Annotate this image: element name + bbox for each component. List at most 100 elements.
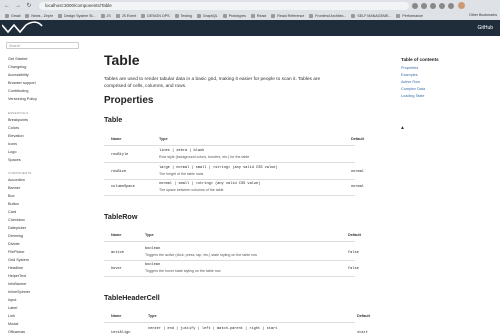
- extension-icon[interactable]: [439, 2, 445, 9]
- sidebar-item[interactable]: Datepicker: [8, 226, 26, 230]
- bookmark[interactable]: Gmail: [5, 13, 20, 18]
- bookmark[interactable]: Frontend Architec...: [309, 13, 346, 18]
- sidebar-item[interactable]: Card: [8, 210, 16, 214]
- column-header-type: Type: [159, 137, 168, 141]
- toc-item[interactable]: Examples: [401, 73, 418, 77]
- folder-icon: [351, 13, 356, 18]
- prop-desc: The height of the table rows: [159, 172, 204, 176]
- bookmark[interactable]: Performance: [396, 13, 423, 18]
- bookmark[interactable]: React: [250, 13, 266, 18]
- folder-icon: [309, 13, 314, 18]
- sidebar-item[interactable]: Headline: [8, 266, 23, 270]
- column-header-default: Default: [348, 233, 361, 237]
- sidebar-item[interactable]: Versioning Policy: [8, 97, 37, 101]
- other-bookmarks[interactable]: Other Bookmarks: [469, 11, 497, 20]
- prop-type: boolean: [145, 247, 161, 251]
- folder-icon: [115, 13, 120, 18]
- bookmark[interactable]: Design System St...: [57, 13, 96, 18]
- toc-item[interactable]: Complex Data: [401, 87, 425, 91]
- url-bar[interactable]: localhost:3000/components/Table: [39, 1, 409, 10]
- sidebar-item[interactable]: Input: [8, 298, 16, 302]
- sidebar-item[interactable]: Elevation: [8, 134, 24, 138]
- bookmark-icon: [25, 13, 30, 18]
- sidebar-item[interactable]: Dimming: [8, 234, 23, 238]
- divider: [104, 260, 355, 261]
- sidebar-item[interactable]: Box: [8, 194, 15, 198]
- extension-icon[interactable]: [412, 2, 418, 9]
- folder-icon: [57, 13, 62, 18]
- bookmark[interactable]: News - Zephr: [25, 13, 53, 18]
- prop-desc: The space between columns of the table: [159, 188, 224, 192]
- prop-name: rowStyle: [111, 153, 129, 157]
- prop-name: columnSpace: [111, 185, 135, 189]
- properties-heading: Properties: [104, 95, 154, 106]
- sidebar-item[interactable]: Offcanvas: [8, 330, 25, 334]
- toc-item[interactable]: Properties: [401, 66, 418, 70]
- prop-name: rowSize: [111, 170, 127, 174]
- column-header-name: Name: [111, 137, 122, 141]
- column-header-default: Default: [351, 137, 364, 141]
- sidebar-item[interactable]: Browser support: [8, 81, 36, 85]
- page-title: Table: [104, 52, 140, 68]
- prop-desc: Triggers the hover state styling on the …: [145, 269, 221, 273]
- sidebar-item[interactable]: Modal: [8, 322, 18, 326]
- divider: [104, 195, 355, 196]
- prop-type: boolean: [145, 263, 161, 267]
- sidebar-item[interactable]: Colors: [8, 126, 19, 130]
- sidebar-item[interactable]: Logo: [8, 150, 16, 154]
- bookmark[interactable]: SELF MANAGEME...: [351, 13, 391, 18]
- sidebar-item[interactable]: Label: [8, 306, 17, 310]
- toc-item[interactable]: Loading State: [401, 94, 424, 98]
- github-link[interactable]: GitHub: [477, 20, 493, 36]
- reload-icon[interactable]: ↻: [25, 2, 33, 10]
- sidebar-item[interactable]: Accessibility: [8, 73, 29, 77]
- bookmark-icon: [5, 13, 9, 18]
- prop-default: false: [348, 267, 359, 271]
- sidebar-item[interactable]: Checkbox: [8, 218, 25, 222]
- back-icon[interactable]: ←: [3, 2, 11, 10]
- column-header-name: Name: [111, 233, 122, 237]
- toc-item[interactable]: Active Row: [401, 80, 420, 84]
- section-heading: TableRow: [104, 212, 138, 221]
- sidebar-item[interactable]: Spaces: [8, 158, 21, 162]
- avatar[interactable]: [458, 2, 465, 9]
- sidebar-item[interactable]: Icons: [8, 142, 17, 146]
- column-header-type: Type: [148, 314, 157, 318]
- sidebar-item[interactable]: Link: [8, 314, 15, 318]
- extension-icon[interactable]: [448, 2, 454, 9]
- bookmark[interactable]: JS Event: [115, 13, 136, 18]
- sidebar-item[interactable]: Changelog: [8, 65, 26, 69]
- extension-icon[interactable]: [421, 2, 427, 9]
- logo-icon[interactable]: [2, 21, 52, 35]
- sidebar-item[interactable]: Divider: [8, 242, 20, 246]
- bookmark[interactable]: Testing: [174, 13, 192, 18]
- search-input[interactable]: Search: [6, 42, 79, 49]
- sidebar-item[interactable]: HelperText: [8, 274, 26, 278]
- bookmark[interactable]: JS: [100, 13, 111, 18]
- sidebar-item[interactable]: Banner: [8, 186, 20, 190]
- column-header-type: Type: [145, 233, 154, 237]
- sidebar-item[interactable]: Accordion: [8, 178, 25, 182]
- folder-icon: [396, 13, 401, 18]
- sidebar-item[interactable]: Grid System: [8, 258, 29, 262]
- extension-icon[interactable]: [430, 2, 436, 9]
- bookmark[interactable]: GraphQL: [196, 13, 218, 18]
- bookmark[interactable]: Prototypes: [222, 13, 246, 18]
- sidebar-item[interactable]: Button: [8, 202, 19, 206]
- bookmark[interactable]: React Reference: [271, 13, 304, 18]
- folder-icon: [196, 13, 201, 18]
- bookmark[interactable]: DESIGN OPS: [141, 13, 170, 18]
- sidebar-heading: ESSENTIALS: [8, 111, 29, 115]
- site-header: [0, 20, 500, 36]
- sidebar-item[interactable]: InlineSpinner: [8, 290, 30, 294]
- folder-icon: [141, 13, 146, 18]
- prop-name: active: [111, 251, 124, 255]
- prop-desc: Triggers the active (click, press, tap, …: [145, 253, 257, 257]
- sidebar-item[interactable]: InfoBanner: [8, 282, 27, 286]
- sidebar-item[interactable]: Contributing: [8, 89, 28, 93]
- prop-default: normal: [351, 185, 364, 189]
- forward-icon[interactable]: →: [14, 2, 22, 10]
- sidebar-item[interactable]: FilePicker: [8, 250, 25, 254]
- sidebar-item[interactable]: Get Started: [8, 57, 27, 61]
- sidebar-item[interactable]: Breakpoints: [8, 118, 28, 122]
